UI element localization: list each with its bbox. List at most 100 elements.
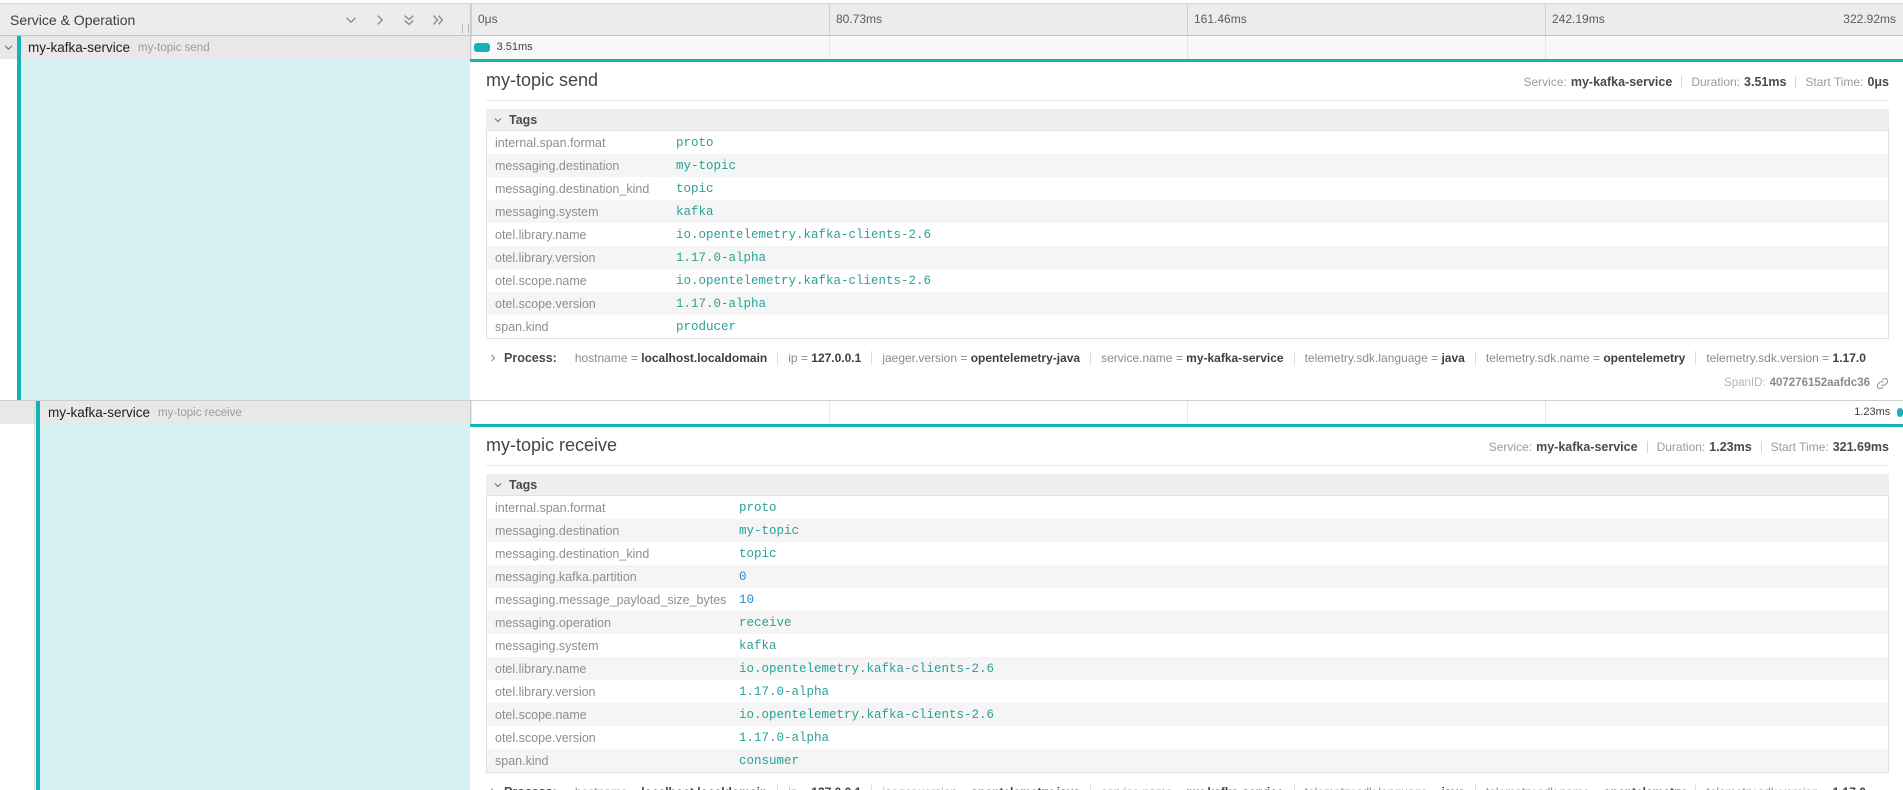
span-name-cell[interactable]: my-kafka-service my-topic receive [0,401,471,424]
chevron-down-icon [493,115,503,125]
tree-indent-guide [17,424,35,790]
span-duration-bar[interactable] [474,43,490,52]
tag-row[interactable]: messaging.destination_kindtopic [487,542,1889,565]
tags-table: internal.span.formatprotomessaging.desti… [486,130,1889,339]
service-operation-header: Service & Operation [0,4,471,35]
chevron-down-icon [493,480,503,490]
meta-separator [1761,441,1762,453]
jaeger-trace-timeline-view: Service & Operation 0μs80.73ms161.46ms24… [0,0,1903,790]
collapse-all-button[interactable] [430,12,446,28]
span-duration-label: 1.23ms [1854,406,1890,418]
tag-row[interactable]: otel.scope.version1.17.0-alpha [487,726,1889,749]
tag-row[interactable]: otel.library.nameio.opentelemetry.kafka-… [487,223,1889,246]
detail-indent-column [0,424,470,790]
tag-row[interactable]: messaging.destination_kindtopic [487,177,1889,200]
tag-value: 1.17.0-alpha [668,292,1889,315]
tag-row[interactable]: messaging.destinationmy-topic [487,154,1889,177]
collapse-one-level-button[interactable] [372,12,388,28]
tag-value: 10 [731,588,1889,611]
tag-value: consumer [731,749,1889,773]
tags-accordion-header[interactable]: Tags [486,474,1889,495]
span-timeline-cell[interactable]: 3.51ms [471,36,1903,59]
tag-value: proto [668,131,1889,155]
chevron-right-icon [373,13,387,27]
link-icon [1876,377,1889,390]
span-detail-title: my-topic receive [486,435,617,456]
expand-collapse-controls [343,4,446,35]
tag-row[interactable]: messaging.systemkafka [487,200,1889,223]
span-detail-card: my-topic send Service:my-kafka-serviceDu… [470,59,1903,400]
process-accordion-header[interactable]: Process: hostname = localhost.localdomai… [486,782,1889,790]
tag-row[interactable]: otel.library.version1.17.0-alpha [487,680,1889,703]
span-duration-bar[interactable] [1897,408,1903,417]
process-label: Process: [504,351,557,365]
tags-accordion-label: Tags [509,478,537,492]
span-id-row: SpanID: 407276152aafdc36 [486,374,1889,392]
tag-key: messaging.destination_kind [487,542,732,565]
tag-value: topic [668,177,1889,200]
tag-key: otel.scope.version [487,292,669,315]
tag-value: receive [731,611,1889,634]
tag-row[interactable]: otel.scope.nameio.opentelemetry.kafka-cl… [487,703,1889,726]
column-resizer-grip[interactable] [462,24,469,33]
tree-indent-guide [0,401,18,424]
span-row-my-topic-send[interactable]: my-kafka-service my-topic send 3.51ms [0,36,1903,59]
process-attribute: service.name = my-kafka-service [1090,351,1293,365]
tag-value: proto [731,496,1889,520]
tag-key: messaging.message_payload_size_bytes [487,588,732,611]
timeline-tick-label: 0μs [478,12,498,26]
tag-row[interactable]: otel.library.nameio.opentelemetry.kafka-… [487,657,1889,680]
operation-name: my-topic receive [158,407,242,419]
tag-row[interactable]: span.kindconsumer [487,749,1889,773]
process-accordion-header[interactable]: Process: hostname = localhost.localdomai… [486,348,1889,368]
expand-all-button[interactable] [401,12,417,28]
deep-link-button[interactable] [1876,377,1889,390]
tag-row[interactable]: messaging.message_payload_size_bytes10 [487,588,1889,611]
tag-key: otel.scope.name [487,269,669,292]
process-attribute: telemetry.sdk.name = opentelemetry [1475,785,1696,790]
tag-row[interactable]: otel.scope.version1.17.0-alpha [487,292,1889,315]
tag-row[interactable]: otel.scope.nameio.opentelemetry.kafka-cl… [487,269,1889,292]
span-detail-my-topic-send: my-topic send Service:my-kafka-serviceDu… [0,59,1903,400]
tag-row[interactable]: otel.library.version1.17.0-alpha [487,246,1889,269]
tag-key: messaging.destination_kind [487,177,669,200]
timeline-tick-label: 242.19ms [1552,12,1605,26]
tag-value: topic [731,542,1889,565]
meta-item: Service:my-kafka-service [1489,440,1638,454]
timeline-header: Service & Operation 0μs80.73ms161.46ms24… [0,3,1903,36]
tag-value: 1.17.0-alpha [668,246,1889,269]
meta-item: Start Time:321.69ms [1771,440,1889,454]
tag-value: 0 [731,565,1889,588]
process-attribute: jaeger.version = opentelemetry-java [871,351,1090,365]
chevron-down-icon [3,42,14,53]
tag-row[interactable]: messaging.destinationmy-topic [487,519,1889,542]
collapse-children-toggle[interactable] [0,42,17,53]
meta-item: Duration:1.23ms [1657,440,1752,454]
span-duration-label: 3.51ms [497,41,533,53]
process-attribute: jaeger.version = opentelemetry-java [871,785,1090,790]
tag-key: messaging.operation [487,611,732,634]
tag-row[interactable]: messaging.kafka.partition0 [487,565,1889,588]
expand-one-level-button[interactable] [343,12,359,28]
tag-row[interactable]: internal.span.formatproto [487,496,1889,520]
span-name-cell[interactable]: my-kafka-service my-topic send [0,36,471,59]
tag-key: messaging.destination [487,154,669,177]
tag-key: messaging.destination [487,519,732,542]
tag-row[interactable]: messaging.systemkafka [487,634,1889,657]
tree-indent-guide [17,401,35,424]
tag-row[interactable]: span.kindproducer [487,315,1889,339]
tag-value: my-topic [731,519,1889,542]
tag-value: 1.17.0-alpha [731,680,1889,703]
span-row-my-topic-receive[interactable]: my-kafka-service my-topic receive 1.23ms [0,400,1903,424]
process-attribute: ip = 127.0.0.1 [777,351,871,365]
span-detail-my-topic-receive: my-topic receive Service:my-kafka-servic… [0,424,1903,790]
timeline-tick-label: 322.92ms [1843,12,1896,26]
tag-row[interactable]: messaging.operationreceive [487,611,1889,634]
tag-value: my-topic [668,154,1889,177]
tags-accordion-header[interactable]: Tags [486,109,1889,130]
span-timeline-cell[interactable]: 1.23ms [471,401,1903,424]
tags-table: internal.span.formatprotomessaging.desti… [486,495,1889,773]
tag-row[interactable]: internal.span.formatproto [487,131,1889,155]
tag-value: io.opentelemetry.kafka-clients-2.6 [668,269,1889,292]
meta-item: Service:my-kafka-service [1523,75,1672,89]
